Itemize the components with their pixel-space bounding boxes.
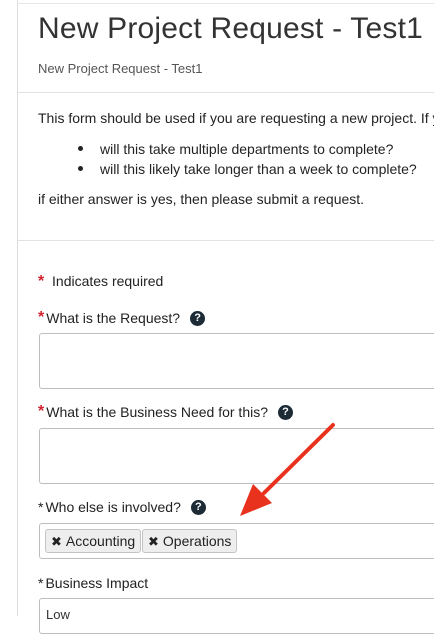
request-label-text: What is the Request? [46, 310, 181, 326]
close-icon[interactable]: ✖ [148, 534, 159, 549]
business-need-field-label: * What is the Business Need for this? ? [38, 403, 294, 421]
required-star-icon: * [38, 575, 44, 591]
required-star-icon: * [38, 403, 45, 420]
page-subtitle: New Project Request - Test1 [38, 61, 203, 76]
bullet-icon [78, 146, 83, 151]
business-impact-select[interactable]: Low [39, 598, 434, 634]
business-impact-field-label: * Business Impact [38, 575, 148, 591]
help-icon[interactable]: ? [278, 404, 294, 420]
tag-label: Operations [162, 533, 232, 549]
required-note-text: Indicates required [52, 273, 164, 289]
required-star-icon: * [38, 309, 45, 326]
request-textarea[interactable] [39, 333, 434, 389]
page-title: New Project Request - Test1 [38, 12, 424, 45]
help-icon[interactable]: ? [190, 310, 206, 326]
bullet-text: will this take multiple departments to c… [100, 141, 394, 157]
involved-tag-input[interactable]: ✖ Accounting ✖ Operations [39, 523, 434, 559]
tag-accounting: ✖ Accounting [45, 529, 142, 553]
close-icon[interactable]: ✖ [51, 534, 62, 549]
intro-text: This form should be used if you are requ… [38, 110, 434, 126]
required-star-icon: * [38, 499, 44, 515]
business-impact-selected-value: Low [46, 607, 70, 622]
business-need-label-text: What is the Business Need for this? [46, 404, 269, 420]
bullet-text: will this likely take longer than a week… [100, 161, 417, 177]
help-icon[interactable]: ? [190, 499, 206, 515]
required-star-icon: * [38, 273, 45, 290]
bullet-icon [78, 166, 83, 171]
involved-label-text: Who else is involved? [45, 499, 181, 515]
list-item: will this likely take longer than a week… [78, 159, 417, 179]
tag-operations: ✖ Operations [142, 529, 238, 553]
intro-divider [18, 240, 434, 241]
header-divider [18, 92, 434, 93]
tag-label: Accounting [65, 533, 136, 549]
business-impact-label-text: Business Impact [45, 575, 149, 591]
intro-closing-text: if either answer is yes, then please sub… [38, 191, 365, 207]
required-note: * Indicates required [38, 273, 163, 291]
list-item: will this take multiple departments to c… [78, 139, 417, 159]
intro-bullet-list: will this take multiple departments to c… [78, 139, 417, 179]
involved-field-label: * Who else is involved? ? [38, 499, 206, 515]
request-field-label: * What is the Request? ? [38, 309, 206, 327]
business-need-textarea[interactable] [39, 428, 434, 484]
form-top-border [17, 3, 434, 4]
